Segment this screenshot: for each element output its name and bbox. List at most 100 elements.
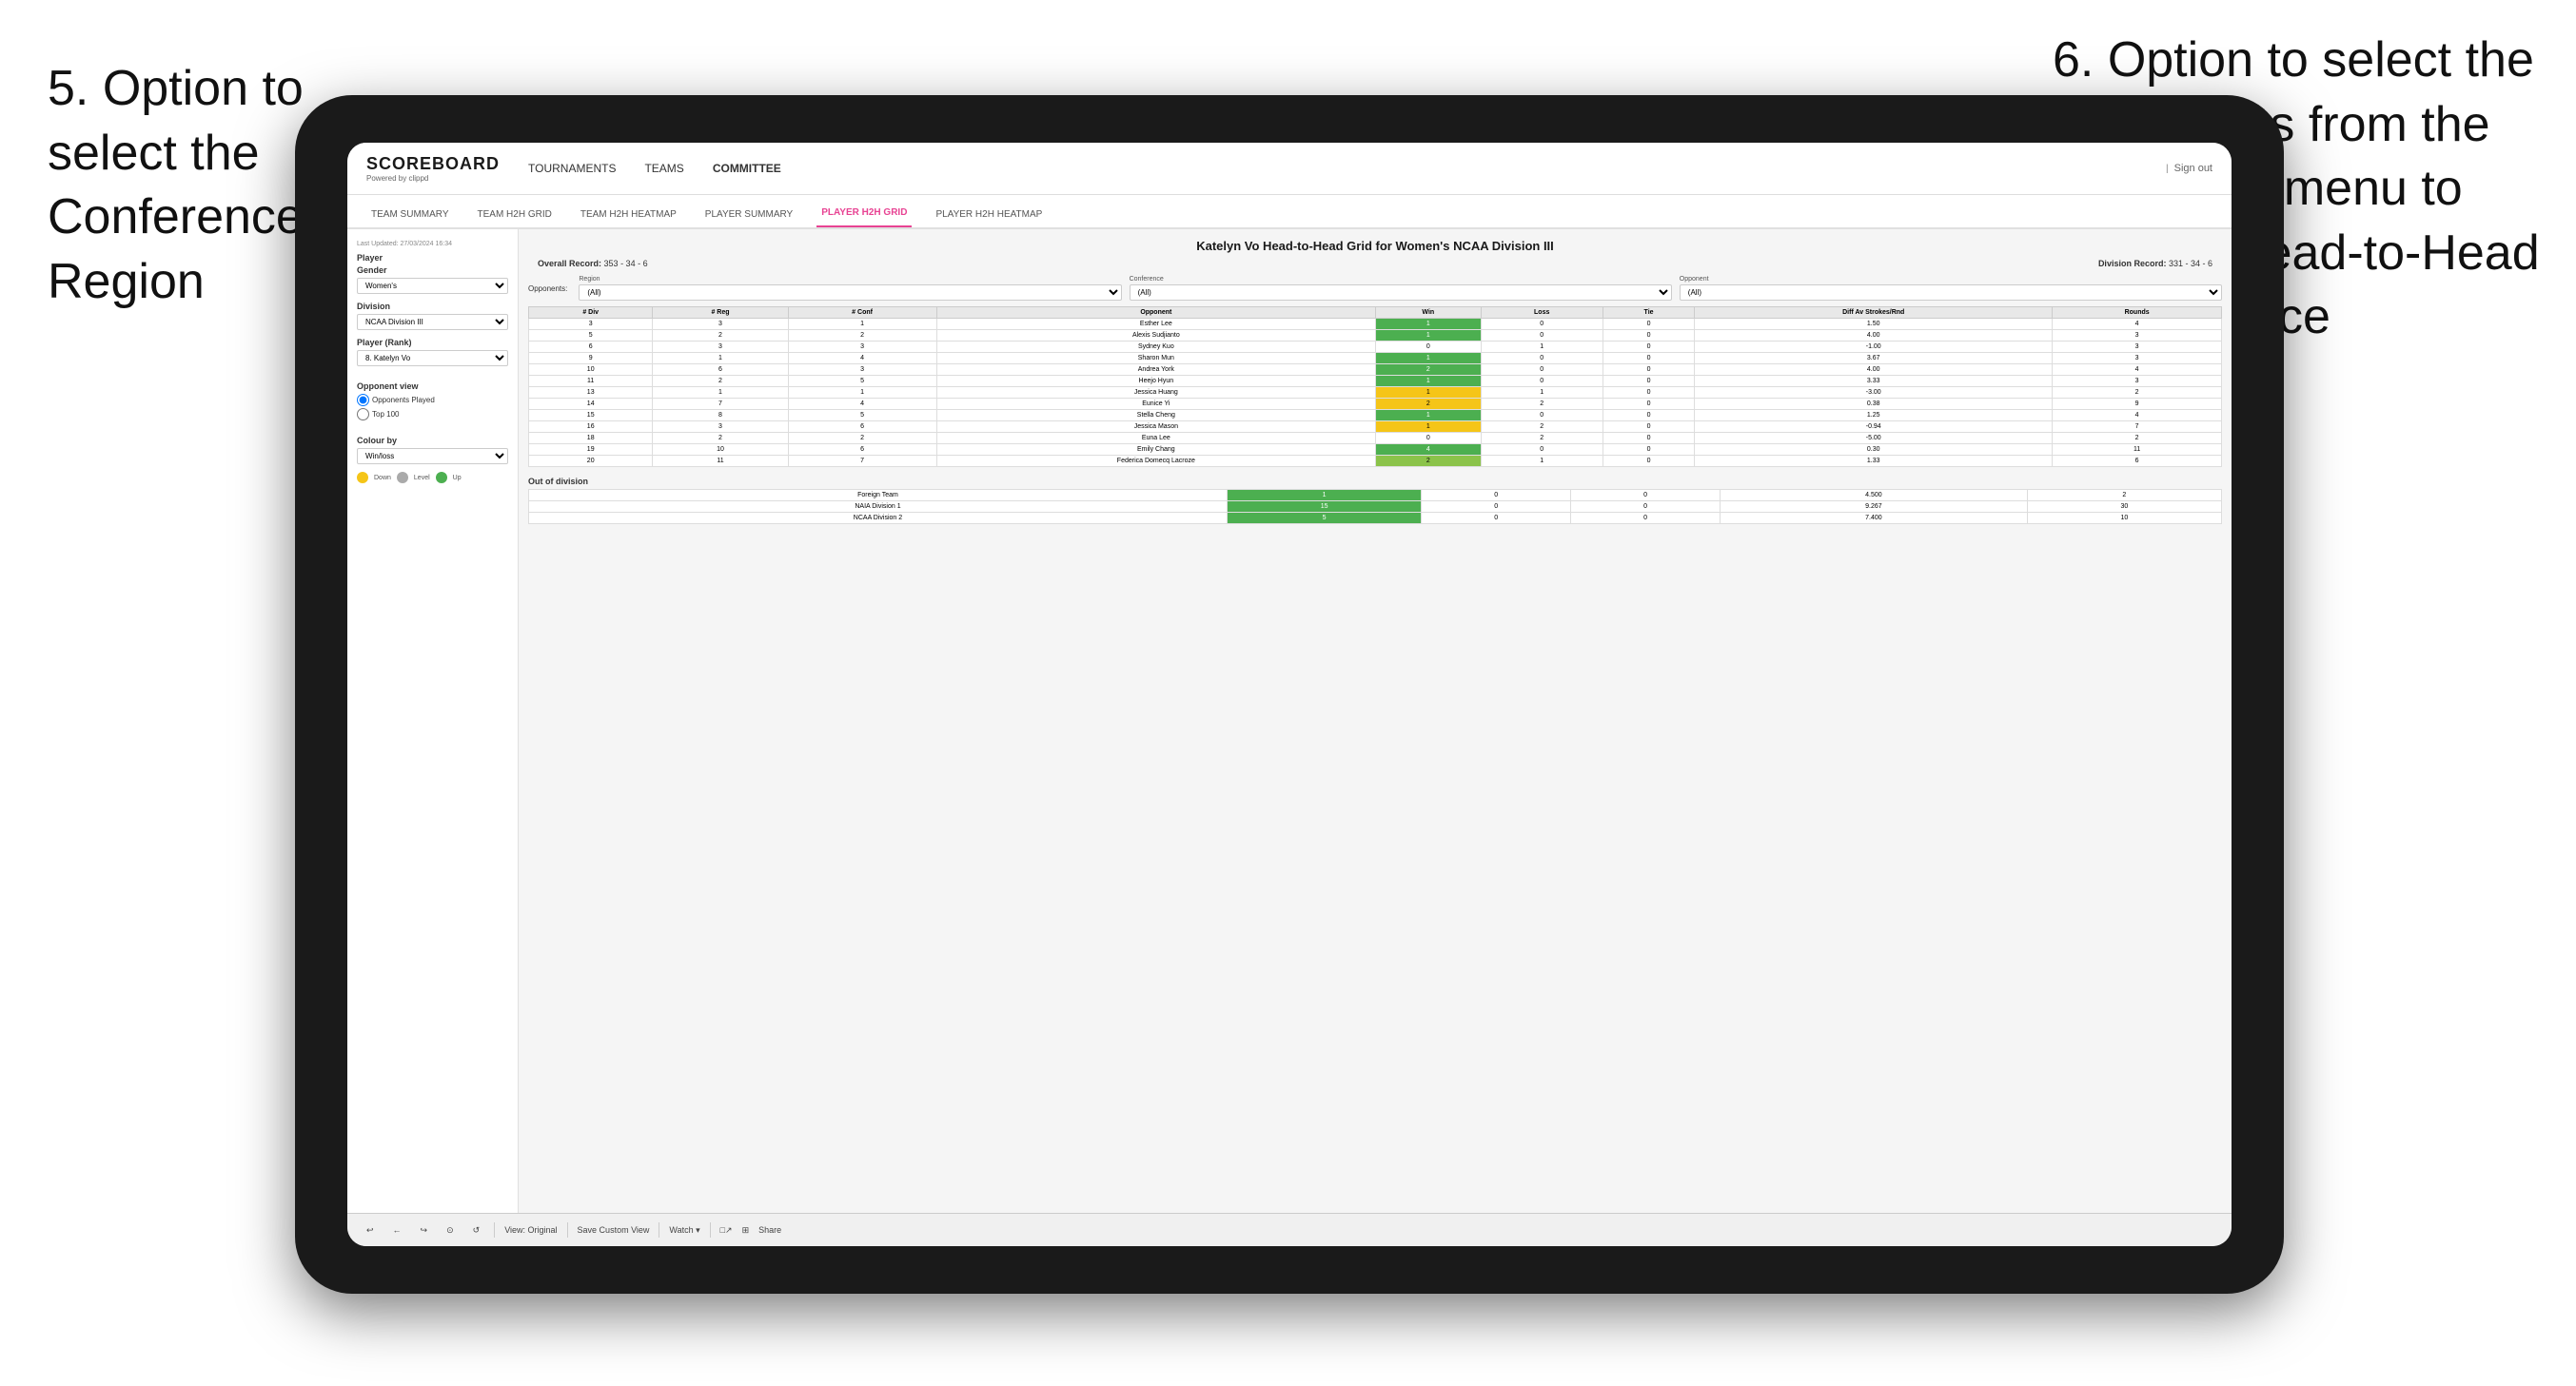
td-ood-diff: 4.500: [1721, 490, 2028, 501]
expand-btn[interactable]: □↗: [720, 1225, 733, 1236]
division-select[interactable]: NCAA Division III: [357, 314, 508, 330]
td-loss: 2: [1481, 399, 1603, 410]
opponent-select[interactable]: (All): [1680, 284, 2222, 301]
undo-btn[interactable]: ↩: [362, 1223, 379, 1238]
grid-icon: ⊞: [742, 1225, 750, 1236]
nav-items: TOURNAMENTS TEAMS COMMITTEE: [528, 157, 2166, 180]
tablet-frame: SCOREBOARD Powered by clippd TOURNAMENTS…: [295, 95, 2284, 1294]
opponents-played-radio[interactable]: Opponents Played: [357, 394, 508, 406]
top100-radio[interactable]: Top 100: [357, 408, 508, 420]
td-opponent: Sydney Kuo: [936, 342, 1376, 353]
td-div: 3: [529, 319, 653, 330]
td-rounds: 9: [2053, 399, 2222, 410]
watch-btn[interactable]: Watch ▾: [669, 1225, 699, 1236]
region-select[interactable]: (All): [579, 284, 1121, 301]
td-conf: 6: [788, 421, 936, 433]
grid-btn[interactable]: ⊞: [742, 1225, 750, 1236]
share-btn[interactable]: Share: [758, 1225, 781, 1235]
dot-up-label: Up: [453, 475, 462, 481]
th-tie: Tie: [1603, 307, 1694, 319]
sub-nav-player-h2h-grid[interactable]: PLAYER H2H GRID: [816, 200, 912, 227]
colour-by-select[interactable]: Win/loss: [357, 448, 508, 464]
td-loss: 0: [1481, 364, 1603, 376]
conference-filter: Conference (All): [1130, 276, 1672, 301]
conference-select[interactable]: (All): [1130, 284, 1672, 301]
opponent-filter: Opponent (All): [1680, 276, 2222, 301]
td-loss: 0: [1481, 353, 1603, 364]
crop-btn[interactable]: ⊙: [442, 1223, 459, 1238]
sidebar-gender-label: Gender: [357, 265, 508, 275]
out-of-division-table: Foreign Team 1 0 0 4.500 2 NAIA Division…: [528, 489, 2222, 524]
player-rank-select[interactable]: 8. Katelyn Vo: [357, 350, 508, 366]
td-ood-diff: 9.267: [1721, 501, 2028, 513]
td-reg: 3: [653, 421, 788, 433]
logo-sub: Powered by clippd: [366, 174, 500, 183]
redo-btn[interactable]: ↪: [416, 1223, 433, 1238]
td-opponent: Alexis Sudjianto: [936, 330, 1376, 342]
td-win: 1: [1376, 353, 1481, 364]
td-diff: 4.00: [1695, 364, 2053, 376]
td-diff: -0.94: [1695, 421, 2053, 433]
refresh-btn[interactable]: ↺: [468, 1223, 485, 1238]
td-rounds: 7: [2053, 421, 2222, 433]
td-opponent: Heejo Hyun: [936, 376, 1376, 387]
sidebar-opponent-view-label: Opponent view: [357, 381, 508, 391]
td-diff: 1.33: [1695, 456, 2053, 467]
td-win: 1: [1376, 410, 1481, 421]
td-tie: 0: [1603, 342, 1694, 353]
td-reg: 6: [653, 364, 788, 376]
td-win: 1: [1376, 330, 1481, 342]
td-loss: 0: [1481, 376, 1603, 387]
division-record-value: 331 - 34 - 6: [2169, 259, 2212, 268]
td-conf: 2: [788, 330, 936, 342]
share-label: Share: [758, 1225, 781, 1235]
sidebar-player-label: Player: [357, 253, 508, 263]
td-conf: 4: [788, 353, 936, 364]
td-reg: 3: [653, 319, 788, 330]
td-conf: 5: [788, 410, 936, 421]
td-rounds: 2: [2053, 387, 2222, 399]
td-ood-opponent: NAIA Division 1: [529, 501, 1228, 513]
toolbar-sep4: [710, 1222, 711, 1238]
sub-nav-team-h2h-heatmap[interactable]: TEAM H2H HEATMAP: [576, 202, 681, 227]
td-div: 9: [529, 353, 653, 364]
td-loss: 0: [1481, 444, 1603, 456]
td-opponent: Jessica Huang: [936, 387, 1376, 399]
td-loss: 1: [1481, 456, 1603, 467]
td-tie: 0: [1603, 319, 1694, 330]
watch-label: Watch ▾: [669, 1225, 699, 1236]
back-btn[interactable]: ←: [388, 1223, 406, 1237]
nav-teams[interactable]: TEAMS: [644, 157, 683, 180]
td-rounds: 3: [2053, 330, 2222, 342]
td-ood-win: 1: [1227, 490, 1421, 501]
td-div: 11: [529, 376, 653, 387]
td-ood-loss: 0: [1422, 490, 1571, 501]
td-div: 20: [529, 456, 653, 467]
td-diff: 3.33: [1695, 376, 2053, 387]
td-tie: 0: [1603, 387, 1694, 399]
nav-committee[interactable]: COMMITTEE: [713, 157, 781, 180]
gender-select[interactable]: Women's: [357, 278, 508, 294]
td-reg: 7: [653, 399, 788, 410]
td-rounds: 2: [2053, 433, 2222, 444]
dot-down-label: Down: [374, 475, 391, 481]
td-reg: 3: [653, 342, 788, 353]
td-ood-tie: 0: [1571, 490, 1721, 501]
view-original-btn[interactable]: View: Original: [504, 1225, 557, 1235]
th-loss: Loss: [1481, 307, 1603, 319]
td-win: 2: [1376, 399, 1481, 410]
sidebar-player-rank-label: Player (Rank): [357, 338, 508, 347]
sub-nav-player-summary[interactable]: PLAYER SUMMARY: [700, 202, 797, 227]
sign-out-link[interactable]: Sign out: [2174, 163, 2212, 174]
td-loss: 1: [1481, 387, 1603, 399]
sub-nav-player-h2h-heatmap[interactable]: PLAYER H2H HEATMAP: [931, 202, 1047, 227]
sub-nav-team-h2h-grid[interactable]: TEAM H2H GRID: [473, 202, 557, 227]
nav-tournaments[interactable]: TOURNAMENTS: [528, 157, 616, 180]
td-reg: 1: [653, 387, 788, 399]
td-reg: 11: [653, 456, 788, 467]
td-diff: -3.00: [1695, 387, 2053, 399]
td-diff: -5.00: [1695, 433, 2053, 444]
save-custom-view-btn[interactable]: Save Custom View: [578, 1225, 650, 1235]
td-rounds: 6: [2053, 456, 2222, 467]
sub-nav-team-summary[interactable]: TEAM SUMMARY: [366, 202, 454, 227]
